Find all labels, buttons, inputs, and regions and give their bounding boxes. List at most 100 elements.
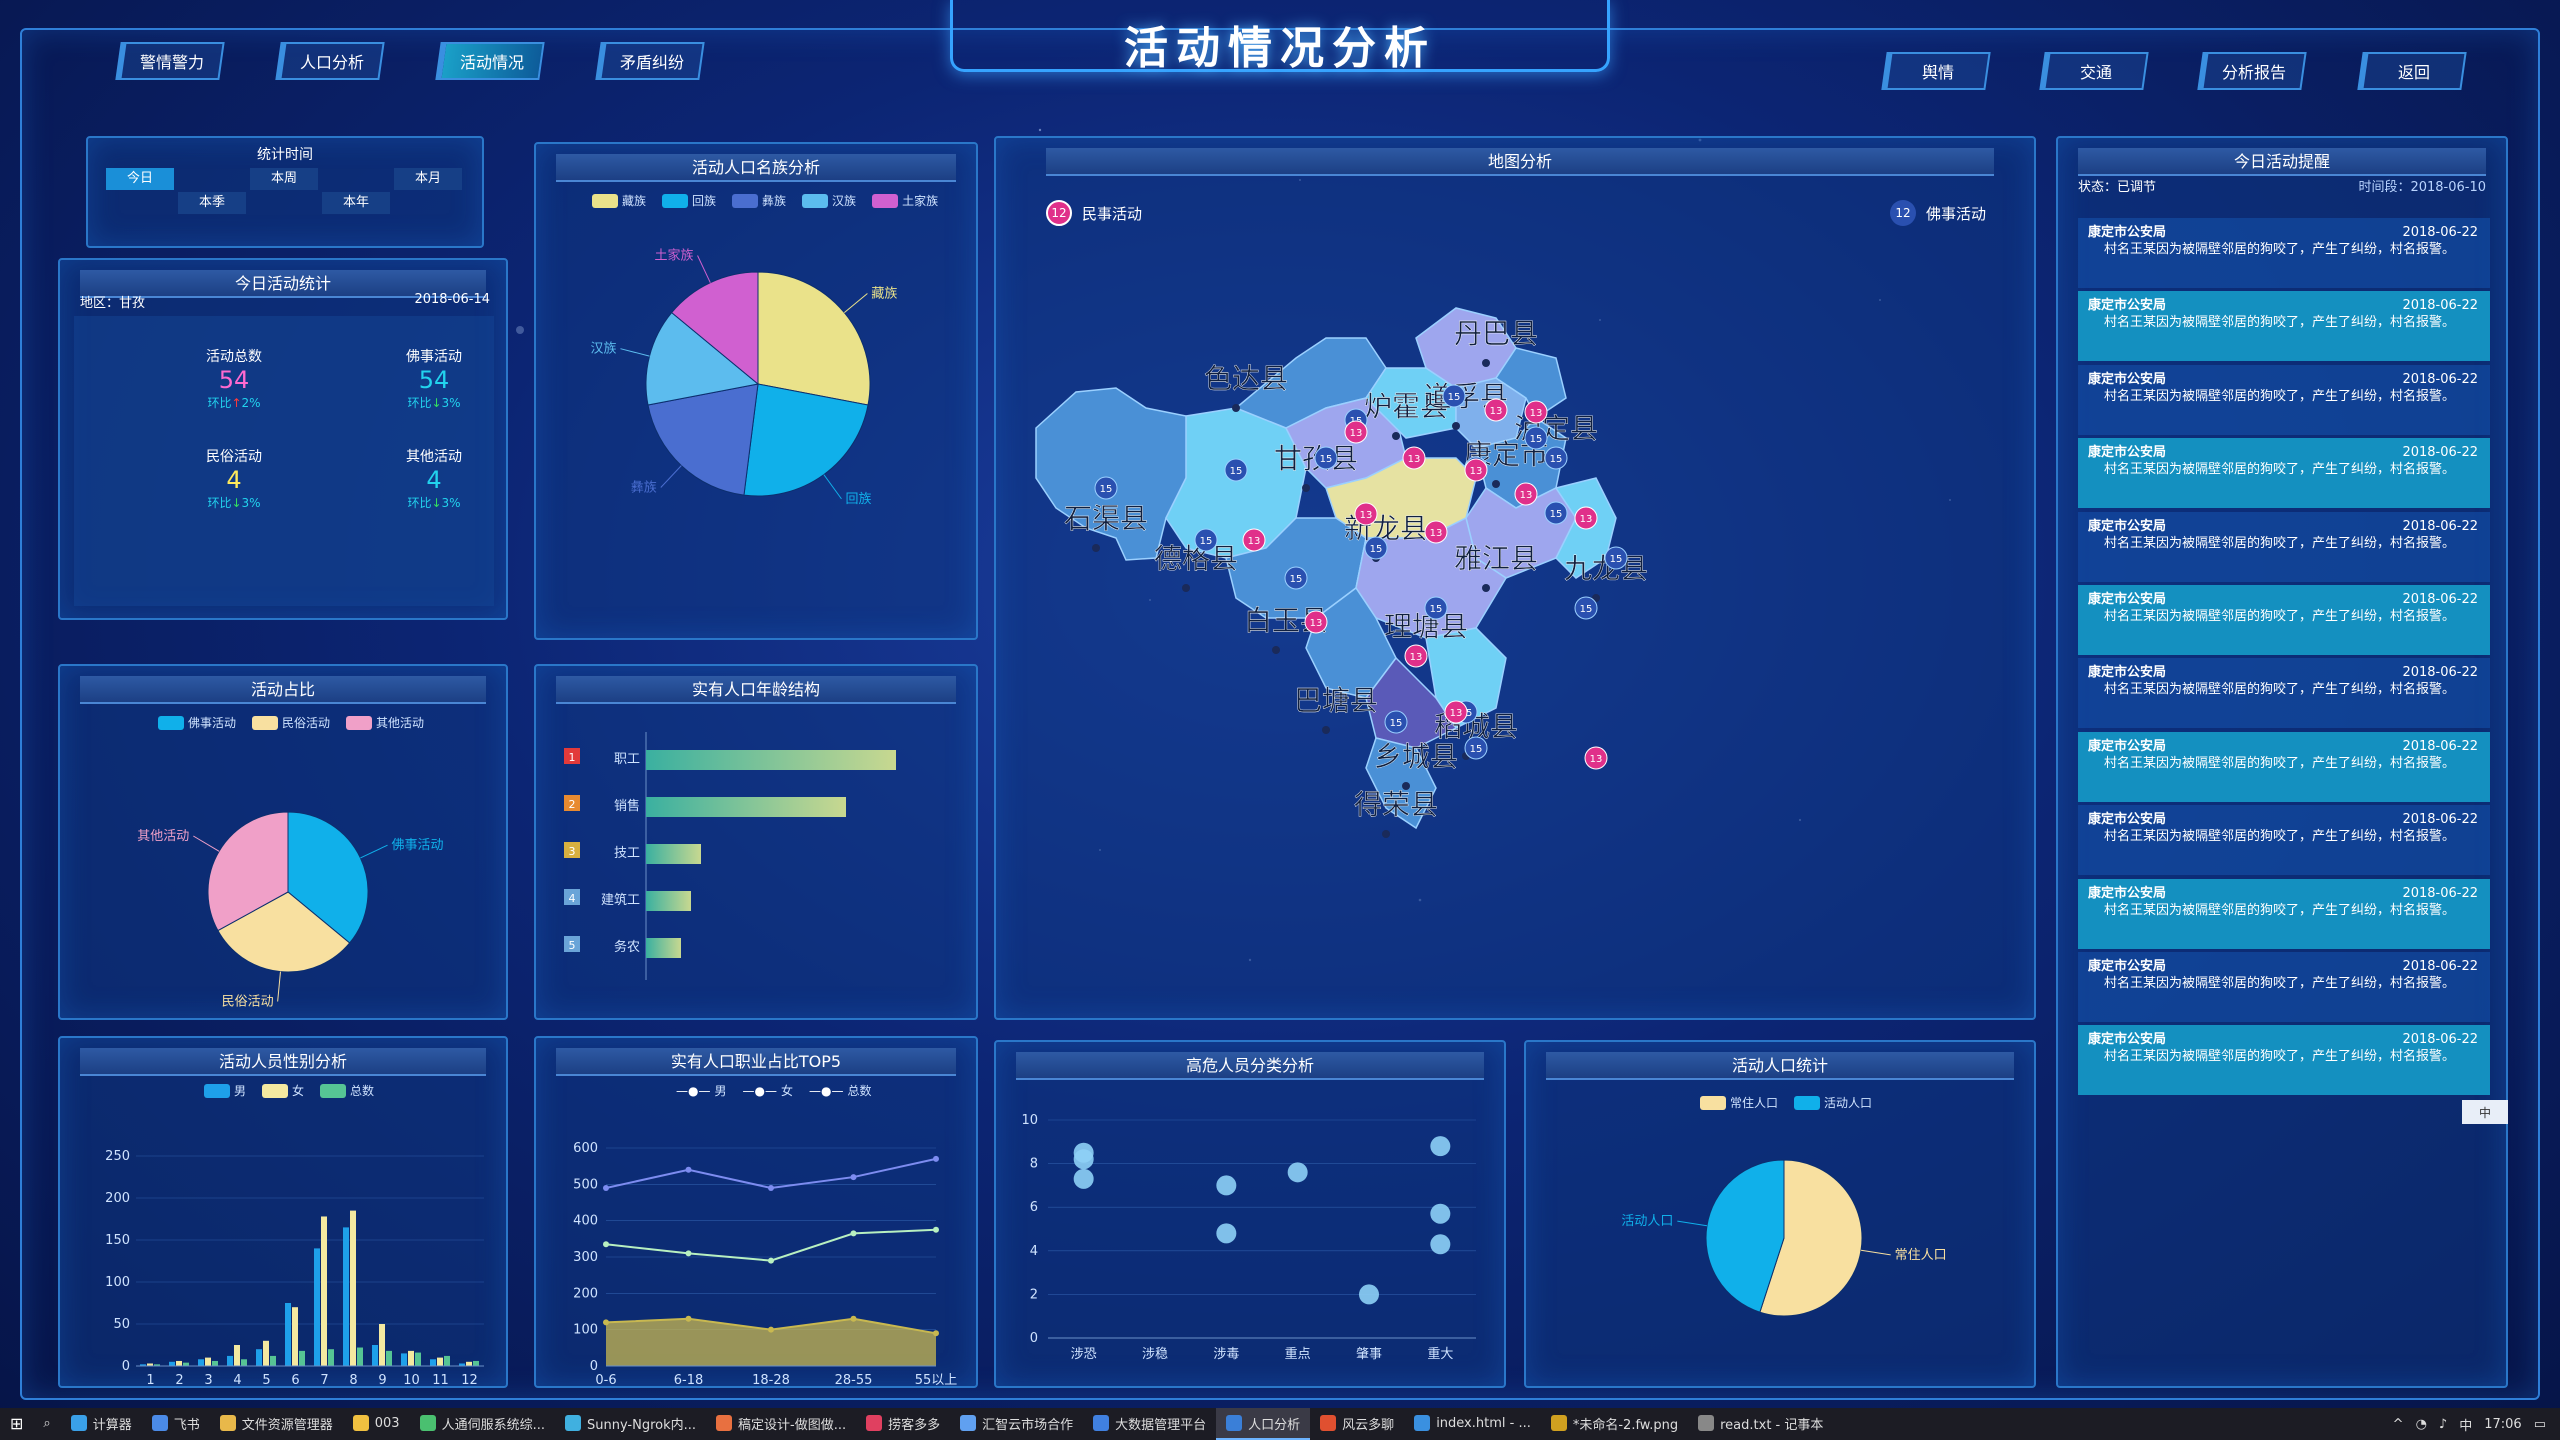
gender-bar[interactable] (234, 1345, 240, 1366)
nav-tab-population[interactable]: 人口分析 (275, 42, 385, 80)
county-label[interactable]: 巴塘县 (1294, 684, 1378, 717)
network-icon[interactable]: ◔ (2416, 1417, 2427, 1432)
nav-tab-opinion[interactable]: 舆情 (1881, 52, 1991, 90)
legend-item[interactable]: 男 (204, 1082, 246, 1099)
gender-bar[interactable] (256, 1349, 262, 1366)
time-option-today[interactable]: 今日 (106, 168, 174, 190)
occ-point[interactable] (850, 1315, 857, 1322)
gender-bar[interactable] (314, 1248, 320, 1366)
occ-point[interactable] (768, 1326, 774, 1333)
age-bar[interactable] (646, 844, 701, 864)
taskbar-app[interactable]: *未命名-2.fw.png (1541, 1408, 1688, 1440)
gender-bar[interactable] (183, 1362, 189, 1366)
occ-point[interactable] (685, 1166, 692, 1173)
risk-point[interactable] (1430, 1234, 1451, 1255)
taskbar-app[interactable]: read.txt - 记事本 (1688, 1408, 1833, 1440)
gender-bar[interactable] (415, 1352, 421, 1366)
taskbar-app[interactable]: 飞书 (142, 1408, 210, 1440)
age-bar[interactable] (646, 750, 896, 770)
occ-point[interactable] (603, 1184, 609, 1191)
reminder-item[interactable]: 康定市公安局 2018-06-22 村名王某因为被隔壁邻居的狗咬了，产生了纠纷，村名… (2078, 438, 2490, 509)
nav-tab-back[interactable]: 返回 (2357, 52, 2467, 90)
gender-bar[interactable] (386, 1350, 392, 1366)
taskbar-app[interactable]: 大数据管理平台 (1083, 1408, 1216, 1440)
ganzi-map[interactable]: 色达县丹巴县炉霍县道孚县泸定县康定市甘孜县石渠县新龙县德格县雅江县九龙县白玉县理… (996, 138, 2038, 1022)
taskbar-app[interactable]: 汇智云市场合作 (950, 1408, 1083, 1440)
legend-item[interactable]: —●— 女 (743, 1082, 794, 1099)
risk-point[interactable] (1359, 1284, 1379, 1305)
gender-bar[interactable] (285, 1303, 291, 1366)
taskbar-app[interactable]: 稿定设计-做图做... (706, 1408, 856, 1440)
taskbar-app[interactable]: 计算器 (61, 1408, 142, 1440)
legend-item[interactable]: 民俗活动 (252, 714, 330, 731)
legend-item[interactable]: 女 (262, 1082, 304, 1099)
gender-bar[interactable] (198, 1359, 204, 1366)
occ-point[interactable] (768, 1257, 774, 1264)
gender-bar[interactable] (401, 1353, 407, 1366)
gender-bar[interactable] (299, 1350, 305, 1366)
county-label[interactable]: 理塘县 (1384, 610, 1468, 643)
reminder-item[interactable]: 康定市公安局 2018-06-22 村名王某因为被隔壁邻居的狗咬了，产生了纠纷，村名… (2078, 658, 2490, 729)
ime-toolbar[interactable]: 中 (2462, 1100, 2508, 1124)
reminder-item[interactable]: 康定市公安局 2018-06-22 村名王某因为被隔壁邻居的狗咬了，产生了纠纷，村名… (2078, 1025, 2490, 1096)
nav-tab-dispute[interactable]: 矛盾纠纷 (595, 42, 705, 80)
time-option-week[interactable]: 本周 (250, 168, 318, 190)
gender-bar[interactable] (379, 1324, 385, 1366)
nav-tab-alert[interactable]: 警情警力 (115, 42, 225, 80)
age-bar[interactable] (646, 891, 691, 911)
occ-point[interactable] (768, 1184, 774, 1191)
occ-point[interactable] (603, 1319, 609, 1326)
legend-item[interactable]: —●— 总数 (809, 1082, 872, 1099)
reminder-item[interactable]: 康定市公安局 2018-06-22 村名王某因为被隔壁邻居的狗咬了，产生了纠纷，村名… (2078, 731, 2490, 802)
occ-point[interactable] (685, 1250, 692, 1257)
gender-bar[interactable] (328, 1349, 334, 1366)
gender-bar[interactable] (263, 1340, 269, 1366)
taskbar-app[interactable]: 文件资源管理器 (210, 1408, 343, 1440)
occ-point[interactable] (850, 1230, 857, 1237)
notification-icon[interactable]: ▭ (2534, 1417, 2546, 1432)
occ-point[interactable] (850, 1174, 857, 1181)
start-button[interactable]: ⊞ (0, 1408, 33, 1440)
gender-bar[interactable] (350, 1210, 356, 1366)
taskbar-app[interactable]: 人通伺服系统综... (410, 1408, 555, 1440)
legend-item[interactable]: 常住人口 (1700, 1094, 1778, 1111)
county-label[interactable]: 色达县 (1204, 362, 1288, 395)
occ-point[interactable] (933, 1226, 939, 1233)
time-option-season[interactable]: 本季 (178, 192, 246, 214)
ime-indicator[interactable]: 中 (2459, 1415, 2472, 1434)
taskbar-app[interactable]: index.html - ... (1404, 1408, 1541, 1440)
gender-bar[interactable] (227, 1355, 233, 1366)
taskbar-app[interactable]: Sunny-Ngrok内... (555, 1408, 706, 1440)
risk-point[interactable] (1430, 1203, 1451, 1224)
reminder-item[interactable]: 康定市公安局 2018-06-22 村名王某因为被隔壁邻居的狗咬了，产生了纠纷，村名… (2078, 218, 2490, 288)
chevron-up-icon[interactable]: ^ (2393, 1417, 2404, 1432)
reminder-item[interactable]: 康定市公安局 2018-06-22 村名王某因为被隔壁邻居的狗咬了，产生了纠纷，村名… (2078, 364, 2490, 435)
county-label[interactable]: 得荣县 (1354, 788, 1438, 821)
legend-item[interactable]: 总数 (320, 1082, 374, 1099)
county-label[interactable]: 乡城县 (1374, 740, 1458, 773)
risk-point[interactable] (1287, 1162, 1308, 1183)
reminder-item[interactable]: 康定市公安局 2018-06-22 村名王某因为被隔壁邻居的狗咬了，产生了纠纷，村名… (2078, 878, 2490, 949)
gender-bar[interactable] (169, 1361, 175, 1366)
gender-bar[interactable] (292, 1307, 298, 1366)
reminder-item[interactable]: 康定市公安局 2018-06-22 村名王某因为被隔壁邻居的狗咬了，产生了纠纷，村名… (2078, 585, 2490, 655)
search-button[interactable]: ⌕ (33, 1408, 60, 1440)
gender-bar[interactable] (466, 1361, 472, 1366)
county-label[interactable]: 丹巴县 (1454, 317, 1538, 350)
risk-point[interactable] (1073, 1168, 1094, 1189)
gender-bar[interactable] (343, 1227, 349, 1366)
nav-tab-report[interactable]: 分析报告 (2197, 52, 2307, 90)
legend-item[interactable]: 其他活动 (346, 714, 424, 731)
time-option-year[interactable]: 本年 (322, 192, 390, 214)
risk-point[interactable] (1073, 1149, 1094, 1170)
gender-bar[interactable] (473, 1360, 479, 1366)
gender-bar[interactable] (241, 1359, 247, 1366)
gender-bar[interactable] (437, 1357, 443, 1366)
age-bar[interactable] (646, 938, 681, 958)
gender-bar[interactable] (372, 1345, 378, 1366)
gender-bar[interactable] (408, 1350, 414, 1366)
legend-item[interactable]: —●— 男 (676, 1082, 727, 1099)
time-option-month[interactable]: 本月 (394, 168, 462, 190)
reminder-item[interactable]: 康定市公安局 2018-06-22 村名王某因为被隔壁邻居的狗咬了，产生了纠纷，村名… (2078, 511, 2490, 582)
legend-item[interactable]: 佛事活动 (158, 714, 236, 731)
